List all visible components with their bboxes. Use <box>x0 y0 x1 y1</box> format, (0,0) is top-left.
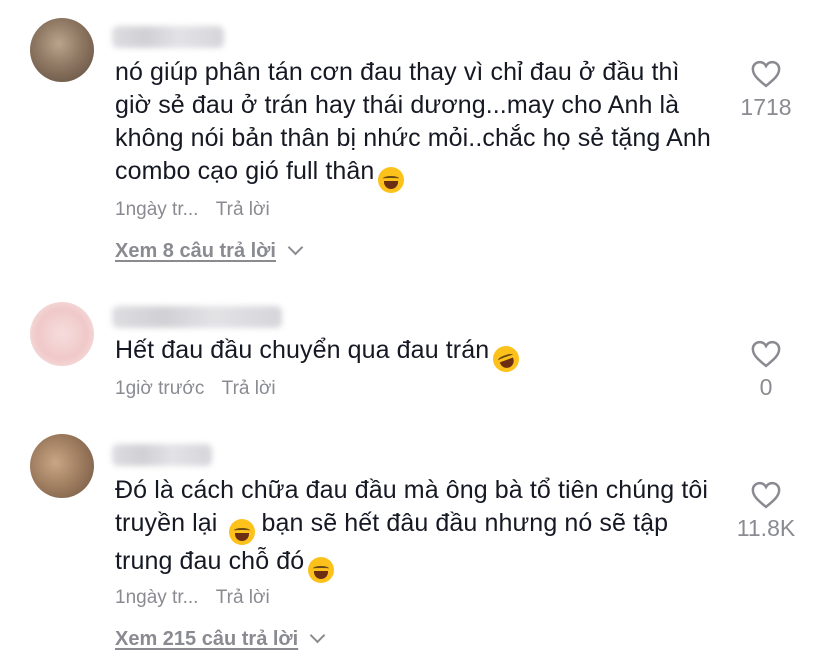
comment-meta: 1giờ trước Trả lời <box>115 378 276 400</box>
username-blurred[interactable]: user <box>112 306 282 328</box>
like-button[interactable]: 0 <box>716 340 816 401</box>
like-button[interactable]: 11.8K <box>716 481 816 542</box>
face-with-tears-of-joy-icon: 😂 <box>228 519 255 545</box>
chevron-down-icon <box>309 627 326 644</box>
like-count: 11.8K <box>736 515 796 541</box>
username-blurred[interactable]: user <box>112 26 224 48</box>
comment-meta: 1ngày tr... Trả lời <box>115 587 270 609</box>
comment-text-content: nó giúp phân tán cơn đau thay vì chỉ đau… <box>115 58 711 185</box>
comment-text-content: Hết đau đầu chuyển qua đau trán <box>115 336 490 364</box>
comment-text: Đó là cách chữa đau đầu mà ông bà tổ tiê… <box>115 474 715 583</box>
avatar[interactable] <box>30 302 94 366</box>
reply-button[interactable]: Trả lời <box>216 587 270 608</box>
comment-text: nó giúp phân tán cơn đau thay vì chỉ đau… <box>115 56 715 193</box>
view-replies-button[interactable]: Xem 8 câu trả lời <box>115 239 304 263</box>
like-button[interactable]: 1718 <box>716 60 816 121</box>
view-replies-label: Xem 215 câu trả lời <box>115 628 299 650</box>
timestamp: 1giờ trước <box>115 378 205 399</box>
face-with-tears-of-joy-icon: 😂 <box>378 167 405 193</box>
chevron-down-icon <box>287 239 304 256</box>
reply-button[interactable]: Trả lời <box>222 378 276 399</box>
heart-outline-icon <box>751 60 781 88</box>
view-replies-button[interactable]: Xem 215 câu trả lời <box>115 627 326 651</box>
heart-outline-icon <box>751 481 781 509</box>
username-blurred[interactable]: user <box>112 444 212 466</box>
comment-text: Hết đau đầu chuyển qua đau trán🤣 <box>115 334 715 376</box>
rolling-on-floor-laughing-icon: 🤣 <box>489 342 523 376</box>
like-count: 0 <box>759 374 773 400</box>
comment-meta: 1ngày tr... Trả lời <box>115 199 270 221</box>
avatar[interactable] <box>30 18 94 82</box>
avatar[interactable] <box>30 434 94 498</box>
face-with-tears-of-joy-icon: 😂 <box>308 557 335 583</box>
heart-outline-icon <box>751 340 781 368</box>
reply-button[interactable]: Trả lời <box>216 199 270 220</box>
timestamp: 1ngày tr... <box>115 587 199 608</box>
like-count: 1718 <box>740 94 792 120</box>
timestamp: 1ngày tr... <box>115 199 199 220</box>
view-replies-label: Xem 8 câu trả lời <box>115 240 276 262</box>
